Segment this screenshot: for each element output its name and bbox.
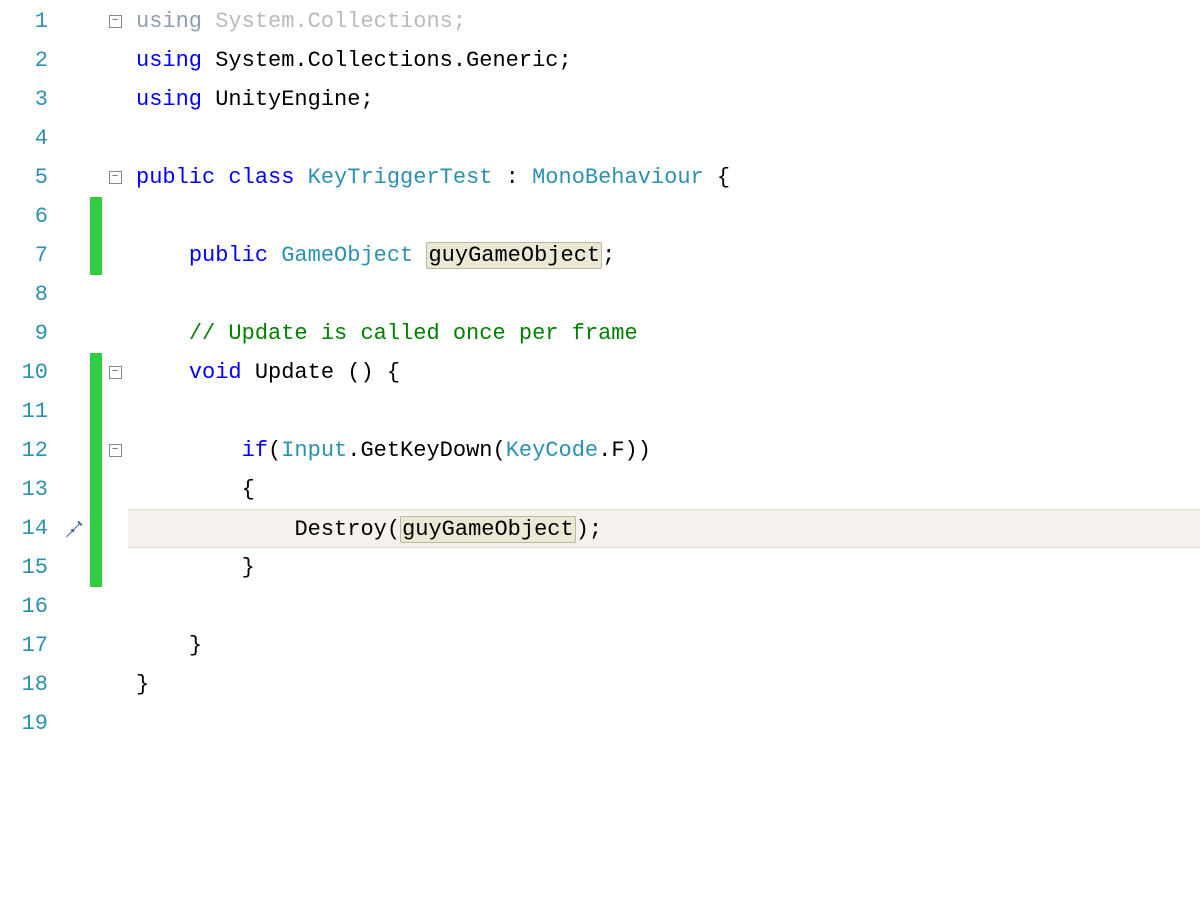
fold-toggle[interactable]: −	[109, 366, 122, 379]
code-line[interactable]	[128, 587, 1200, 626]
code-line[interactable]: using System.Collections.Generic;	[128, 41, 1200, 80]
code-line[interactable]: public class KeyTriggerTest : MonoBehavi…	[128, 158, 1200, 197]
code-line[interactable]	[128, 119, 1200, 158]
code-line[interactable]: using UnityEngine;	[128, 80, 1200, 119]
code-line[interactable]: public GameObject guyGameObject;	[128, 236, 1200, 275]
code-line[interactable]: // Update is called once per frame	[128, 314, 1200, 353]
line-number: 17	[0, 626, 48, 665]
line-number: 15	[0, 548, 48, 587]
code-line[interactable]	[128, 704, 1200, 743]
fold-margin: − − − −	[102, 0, 128, 910]
line-number: 4	[0, 119, 48, 158]
fold-toggle[interactable]: −	[109, 171, 122, 184]
line-number: 3	[0, 80, 48, 119]
line-number: 14	[0, 509, 48, 548]
change-marker	[90, 548, 102, 587]
code-line[interactable]	[128, 275, 1200, 314]
symbol-highlight: guyGameObject	[426, 242, 602, 269]
code-line[interactable]: {	[128, 470, 1200, 509]
code-line[interactable]: }	[128, 548, 1200, 587]
line-number: 16	[0, 587, 48, 626]
screwdriver-icon	[66, 520, 84, 538]
line-number: 13	[0, 470, 48, 509]
code-line[interactable]: }	[128, 626, 1200, 665]
line-number: 11	[0, 392, 48, 431]
line-number: 6	[0, 197, 48, 236]
line-number-gutter: 1 2 3 4 5 6 7 8 9 10 11 12 13 14 15 16 1…	[0, 0, 60, 910]
code-line[interactable]: using System.Collections;	[128, 2, 1200, 41]
change-margin	[90, 0, 102, 910]
line-number: 12	[0, 431, 48, 470]
change-marker	[90, 197, 102, 236]
indicator-margin	[60, 0, 90, 910]
change-marker	[90, 236, 102, 275]
line-number: 10	[0, 353, 48, 392]
line-number: 18	[0, 665, 48, 704]
code-line[interactable]: void Update () {	[128, 353, 1200, 392]
line-number: 9	[0, 314, 48, 353]
quick-action-indicator[interactable]	[60, 509, 90, 548]
code-line[interactable]: }	[128, 665, 1200, 704]
change-marker	[90, 509, 102, 548]
code-line[interactable]	[128, 392, 1200, 431]
change-marker	[90, 392, 102, 431]
line-number: 2	[0, 41, 48, 80]
line-number: 19	[0, 704, 48, 743]
code-editor[interactable]: using System.Collections; using System.C…	[128, 0, 1200, 910]
change-marker	[90, 353, 102, 392]
change-marker	[90, 431, 102, 470]
code-line[interactable]	[128, 197, 1200, 236]
code-line[interactable]: if(Input.GetKeyDown(KeyCode.F))	[128, 431, 1200, 470]
line-number: 8	[0, 275, 48, 314]
line-number: 7	[0, 236, 48, 275]
current-line[interactable]: Destroy(guyGameObject);	[128, 509, 1200, 548]
line-number: 1	[0, 2, 48, 41]
fold-toggle[interactable]: −	[109, 15, 122, 28]
change-marker	[90, 470, 102, 509]
fold-toggle[interactable]: −	[109, 444, 122, 457]
symbol-highlight: guyGameObject	[400, 516, 576, 543]
line-number: 5	[0, 158, 48, 197]
